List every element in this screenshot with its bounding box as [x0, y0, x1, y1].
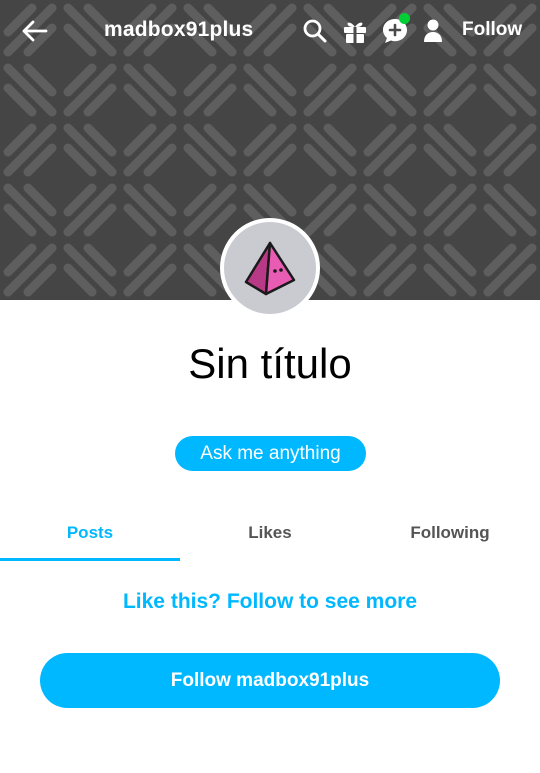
account-button[interactable]	[417, 15, 449, 47]
gift-button[interactable]	[339, 15, 371, 47]
back-button[interactable]	[18, 14, 52, 48]
pyramid-icon	[244, 241, 296, 296]
blog-title: Sin título	[188, 340, 352, 387]
follow-prompt-link[interactable]: Like this? Follow to see more	[0, 590, 540, 614]
blog-page: madbox91plus Follow Sin título Ask me an…	[0, 0, 540, 773]
blog-name[interactable]: madbox91plus	[104, 18, 253, 42]
follow-blog-button[interactable]: Follow madbox91plus	[40, 653, 500, 708]
search-button[interactable]	[299, 15, 331, 47]
ask-me-anything-button[interactable]: Ask me anything	[175, 436, 366, 471]
avatar[interactable]	[220, 218, 320, 318]
follow-button-top[interactable]: Follow	[462, 19, 522, 41]
profile-tabs: Posts Likes Following	[0, 506, 540, 561]
tab-posts[interactable]: Posts	[0, 506, 180, 559]
search-icon	[303, 19, 327, 43]
notification-dot	[399, 13, 410, 24]
tab-likes[interactable]: Likes	[180, 506, 360, 559]
back-arrow-icon	[22, 20, 48, 42]
top-bar: madbox91plus Follow	[0, 0, 540, 62]
gift-icon	[344, 22, 366, 43]
person-icon	[424, 19, 442, 42]
avatar-image	[224, 222, 316, 314]
messages-button[interactable]	[379, 13, 411, 47]
active-tab-indicator	[0, 558, 180, 561]
tab-following[interactable]: Following	[360, 506, 540, 559]
